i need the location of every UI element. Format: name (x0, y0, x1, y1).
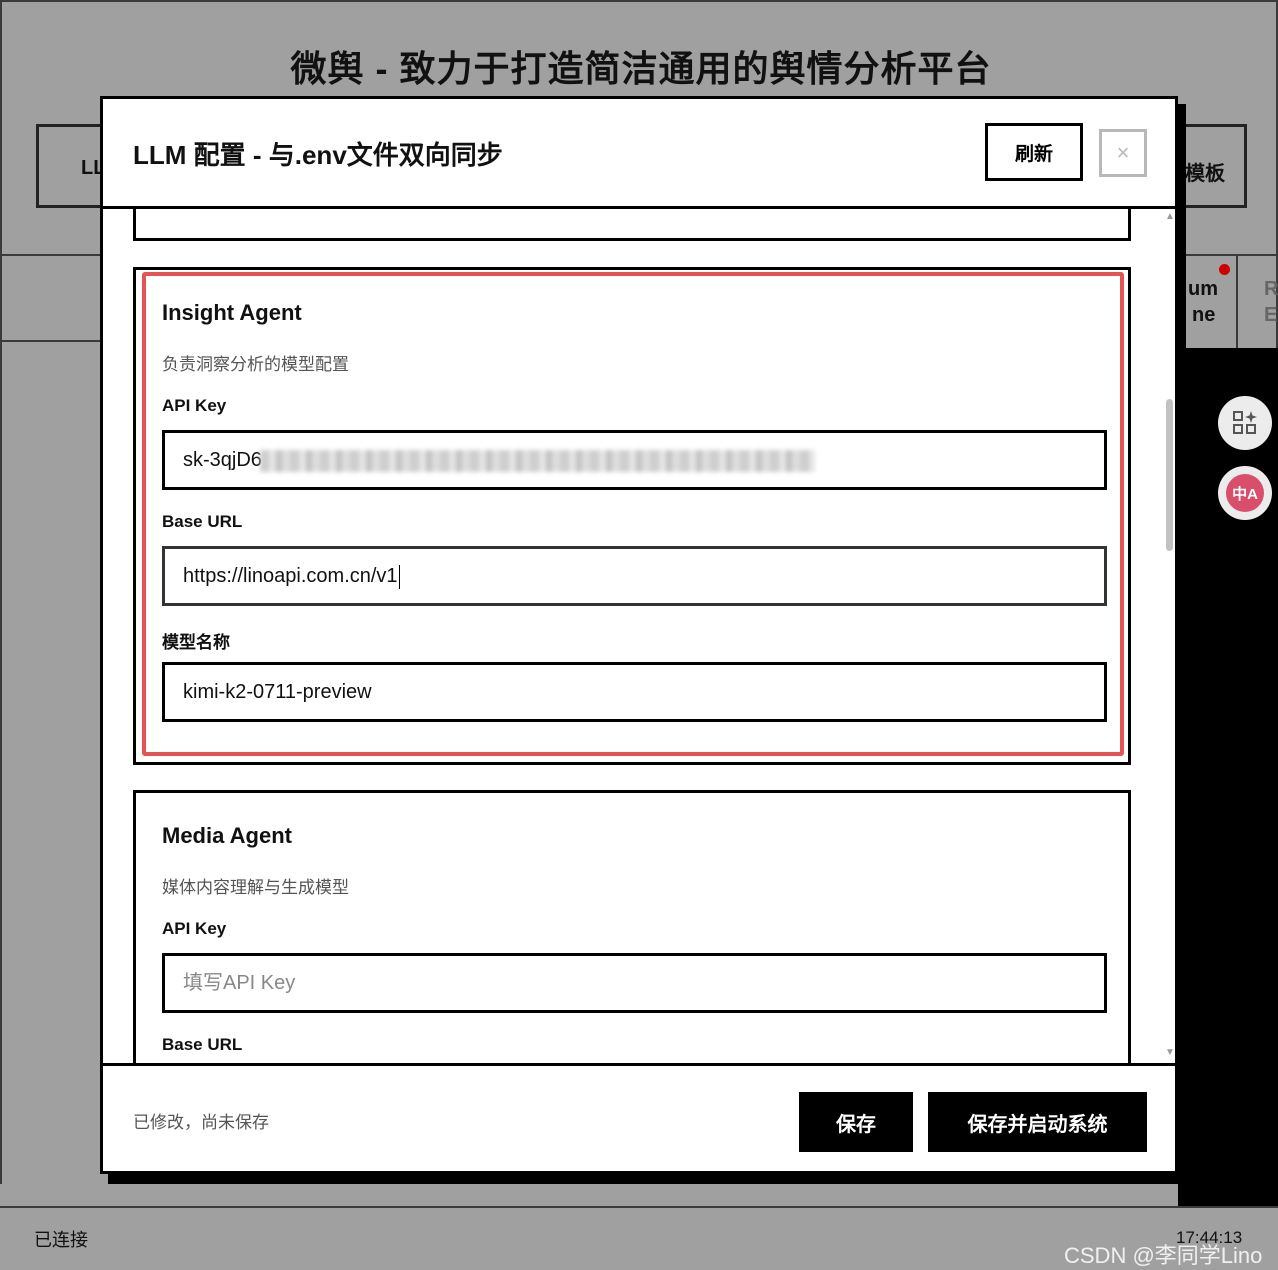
base-url-value: https://linoapi.com.cn/v1 (183, 565, 398, 587)
modal-body[interactable]: Insight Agent 负责洞察分析的模型配置 API Key sk-3qj… (103, 209, 1175, 1063)
api-key-label: API Key (162, 396, 227, 415)
tab-template-label: 模板 (1185, 163, 1225, 185)
api-key-label: API Key (162, 919, 227, 938)
save-button[interactable]: 保存 (799, 1092, 913, 1152)
translate-icon: 中A (1226, 474, 1264, 512)
insight-agent-card: Insight Agent 负责洞察分析的模型配置 API Key sk-3qj… (133, 267, 1131, 765)
status-bar: 已连接 17:44:13 CSDN @李同学Lino (0, 1206, 1278, 1270)
media-agent-card: Media Agent 媒体内容理解与生成模型 API Key 填写API Ke… (133, 790, 1131, 1063)
scrollbar[interactable]: ▲ ▼ (1163, 209, 1175, 1063)
engine-tab-forum-line1: um (1188, 278, 1218, 300)
translate-button[interactable]: 中A (1218, 466, 1272, 520)
apps-button[interactable] (1218, 396, 1272, 450)
card-description: 负责洞察分析的模型配置 (162, 355, 349, 374)
engine-tab-report-line2: E (1264, 304, 1278, 326)
card-title: Insight Agent (162, 300, 302, 325)
unsaved-status: 已修改，尚未保存 (133, 1113, 269, 1132)
card-title: Media Agent (162, 823, 292, 848)
scroll-thumb[interactable] (1166, 399, 1173, 551)
model-name-field[interactable]: kimi-k2-0711-preview (162, 662, 1107, 722)
api-key-field[interactable]: sk-3qjD6 (162, 430, 1107, 490)
close-icon[interactable]: × (1099, 129, 1147, 177)
model-name-label: 模型名称 (162, 633, 230, 652)
previous-card (133, 209, 1131, 241)
refresh-button[interactable]: 刷新 (985, 123, 1083, 181)
base-url-label: Base URL (162, 512, 243, 531)
blurred-key (259, 449, 815, 472)
base-url-field[interactable]: https://linoapi.com.cn/v1 (162, 546, 1107, 606)
engine-tab-report[interactable]: R E (1240, 256, 1278, 350)
engine-tab-forum-line2: ne (1192, 304, 1216, 326)
apps-sparkle-icon (1226, 404, 1264, 442)
card-description: 媒体内容理解与生成模型 (162, 878, 349, 897)
connection-status: 已连接 (34, 1230, 88, 1250)
notification-dot (1219, 264, 1230, 275)
scroll-down-icon[interactable]: ▼ (1165, 1047, 1175, 1058)
llm-config-modal: LLM 配置 - 与.env文件双向同步 刷新 × Insight Agent … (100, 96, 1178, 1174)
page-title: 微舆 - 致力于打造简洁通用的舆情分析平台 (290, 48, 992, 89)
api-key-value: sk-3qjD6 (183, 449, 262, 471)
text-caret (398, 564, 400, 589)
modal-title: LLM 配置 - 与.env文件双向同步 (133, 140, 503, 170)
save-and-start-button[interactable]: 保存并启动系统 (928, 1092, 1147, 1152)
divider (2, 340, 112, 342)
engine-tab-report-line1: R (1264, 278, 1278, 300)
watermark: CSDN @李同学Lino (1064, 1243, 1263, 1268)
background-strip (0, 1184, 764, 1206)
api-key-field[interactable]: 填写API Key (162, 953, 1107, 1013)
base-url-label: Base URL (162, 1035, 243, 1054)
modal-header: LLM 配置 - 与.env文件双向同步 刷新 × (103, 99, 1175, 209)
scroll-up-icon[interactable]: ▲ (1165, 211, 1175, 222)
modal-footer: 已修改，尚未保存 保存 保存并启动系统 (103, 1063, 1175, 1171)
